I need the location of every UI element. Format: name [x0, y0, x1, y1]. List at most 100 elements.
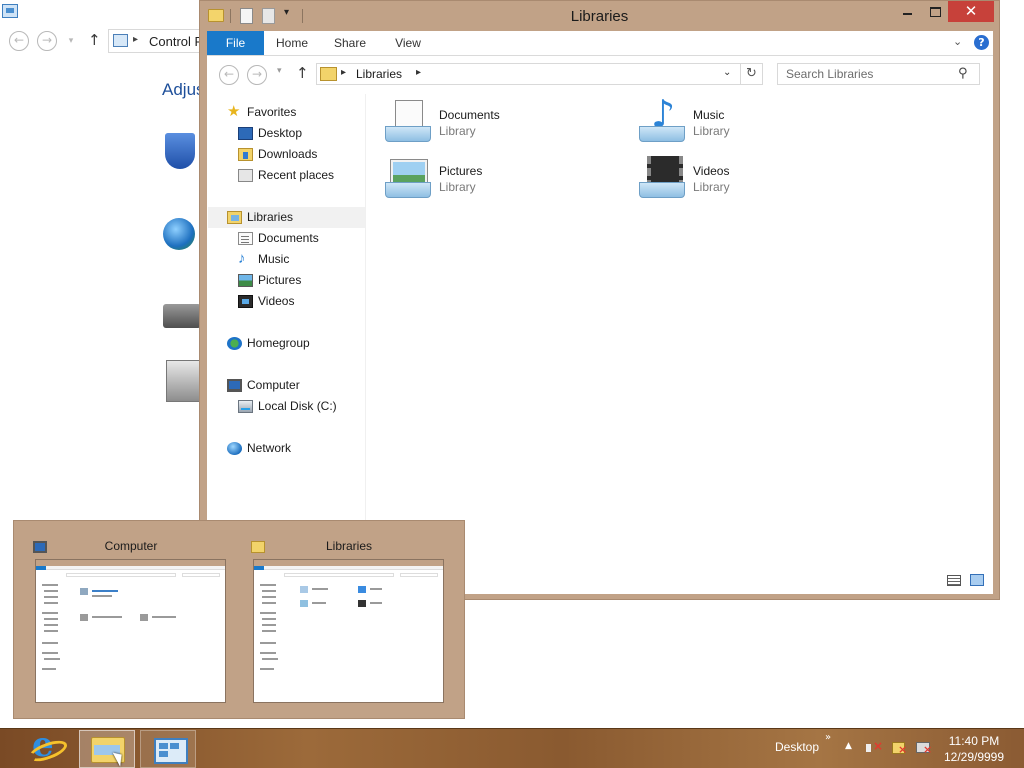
tab-share[interactable]: Share: [329, 31, 371, 55]
maximize-button[interactable]: [922, 1, 948, 22]
forward-arrow-icon[interactable]: →: [247, 65, 267, 85]
nav-item-videos[interactable]: Videos: [236, 291, 366, 312]
expand-ribbon-icon[interactable]: ⌄: [953, 35, 962, 48]
desktop-toolbar-label[interactable]: Desktop: [775, 740, 819, 754]
show-hidden-icons-icon[interactable]: ▲: [845, 741, 852, 751]
library-item-videos[interactable]: Videos Library: [621, 150, 861, 202]
network-icon: [227, 442, 242, 455]
desktop-icon: [238, 127, 253, 140]
nav-item-network[interactable]: Network: [225, 438, 365, 459]
chevron-right-icon[interactable]: ▸: [133, 34, 138, 45]
programs-icon[interactable]: [163, 358, 203, 402]
volume-muted-icon[interactable]: [866, 739, 883, 755]
library-type: Library: [693, 124, 730, 138]
nav-item-label: Recent places: [258, 168, 335, 182]
globe-network-icon[interactable]: [163, 218, 203, 262]
window-title: Libraries: [570, 8, 629, 25]
nav-item-music[interactable]: ♪ Music: [236, 249, 366, 270]
control-panel-icon: [2, 4, 18, 18]
up-arrow-icon[interactable]: ↑: [88, 31, 101, 49]
computer-icon: [227, 379, 242, 392]
library-type: Library: [693, 180, 730, 194]
up-arrow-icon[interactable]: ↑: [296, 64, 309, 82]
network-disconnected-icon[interactable]: [916, 741, 932, 756]
nav-item-libraries[interactable]: Libraries: [208, 207, 365, 228]
libraries-window: ▾ Libraries ✕ File Home Share View ⌄ ? ←…: [199, 0, 1000, 600]
close-button[interactable]: ✕: [948, 1, 994, 22]
control-panel-small-icon: [113, 34, 128, 47]
documents-icon: [238, 232, 253, 245]
nav-item-downloads[interactable]: Downloads: [236, 144, 366, 165]
large-icons-view-icon[interactable]: [970, 574, 984, 586]
nav-item-homegroup[interactable]: Homegroup: [225, 333, 365, 354]
nav-item-label: Homegroup: [247, 336, 310, 350]
forward-arrow-icon[interactable]: →: [37, 31, 57, 51]
documents-library-icon: [385, 100, 431, 146]
recent-places-icon: [238, 169, 253, 182]
address-location[interactable]: Libraries: [356, 67, 402, 81]
nav-item-documents[interactable]: Documents: [236, 228, 366, 249]
nav-item-desktop[interactable]: Desktop: [236, 123, 366, 144]
back-arrow-icon[interactable]: ←: [9, 31, 29, 51]
shield-icon[interactable]: [163, 133, 203, 177]
ribbon-tabs: File Home Share View ⌄ ?: [207, 31, 993, 56]
toolbar-chevron-icon[interactable]: »: [825, 732, 831, 743]
nav-item-computer[interactable]: Computer: [225, 375, 365, 396]
printer-icon[interactable]: [163, 296, 203, 340]
internet-explorer-icon[interactable]: [28, 725, 64, 767]
control-panel-icon[interactable]: [140, 730, 196, 768]
nav-item-label: Videos: [258, 294, 295, 308]
nav-item-label: Documents: [258, 231, 319, 245]
tab-view[interactable]: View: [387, 31, 429, 55]
thumbnail-title: Computer: [104, 539, 158, 553]
search-box: ⚲: [777, 63, 980, 85]
library-item-documents[interactable]: Documents Library: [367, 94, 607, 146]
music-library-icon: [639, 92, 685, 146]
recent-locations-icon[interactable]: ▾: [277, 66, 282, 76]
navigation-pane: ★ Favorites Desktop Downloads Recent pla…: [207, 94, 366, 566]
chevron-right-icon[interactable]: ▸: [341, 67, 346, 78]
action-center-flag-icon[interactable]: [891, 741, 907, 756]
downloads-icon: [238, 148, 253, 161]
help-icon[interactable]: ?: [974, 35, 989, 50]
thumbnail-computer[interactable]: Computer: [28, 521, 234, 720]
nav-item-label: Pictures: [258, 273, 302, 287]
nav-item-favorites[interactable]: ★ Favorites: [225, 102, 365, 123]
local-disk-icon: [238, 400, 253, 413]
nav-item-label: Music: [258, 252, 290, 266]
details-view-icon[interactable]: [947, 575, 961, 586]
refresh-icon[interactable]: ↻: [741, 63, 763, 85]
search-icon[interactable]: ⚲: [958, 66, 968, 81]
homegroup-icon: [227, 337, 242, 350]
file-explorer-icon[interactable]: [79, 730, 135, 768]
address-bar[interactable]: ▸ Libraries ▸ ⌄: [316, 63, 741, 85]
library-name: Music: [693, 108, 725, 122]
content-area: ★ Favorites Desktop Downloads Recent pla…: [207, 92, 993, 566]
tab-home[interactable]: Home: [271, 31, 313, 55]
back-arrow-icon[interactable]: ←: [219, 65, 239, 85]
nav-item-label: Libraries: [247, 210, 294, 224]
chevron-right-icon[interactable]: ▸: [416, 67, 421, 78]
recent-locations-icon[interactable]: ▾: [64, 34, 78, 48]
library-item-pictures[interactable]: Pictures Library: [367, 150, 607, 202]
library-item-music[interactable]: Music Library: [621, 92, 861, 146]
nav-item-label: Desktop: [258, 126, 303, 140]
star-icon: ★: [227, 103, 241, 120]
nav-item-recent-places[interactable]: Recent places: [236, 165, 366, 186]
clock-date[interactable]: 12/29/9999: [941, 750, 1007, 764]
tab-file[interactable]: File: [207, 31, 264, 55]
minimize-button[interactable]: [894, 1, 922, 22]
library-name: Pictures: [439, 164, 483, 178]
thumbnail-title: Libraries: [325, 539, 373, 553]
nav-item-pictures[interactable]: Pictures: [236, 270, 366, 291]
pictures-icon: [238, 274, 253, 287]
pictures-library-icon: [385, 156, 431, 202]
search-input[interactable]: [778, 64, 956, 84]
nav-item-local-disk[interactable]: Local Disk (C:): [236, 396, 366, 417]
thumbnail-libraries[interactable]: Libraries: [246, 521, 452, 720]
taskbar-thumbnail-popup: Computer Libraries: [13, 520, 465, 719]
clock-time[interactable]: 11:40 PM: [945, 734, 1003, 748]
control-panel-address-bar[interactable]: ▸ Control Panel: [108, 29, 228, 53]
thumbnail-preview: [35, 559, 226, 703]
address-dropdown-icon[interactable]: ⌄: [723, 67, 731, 78]
